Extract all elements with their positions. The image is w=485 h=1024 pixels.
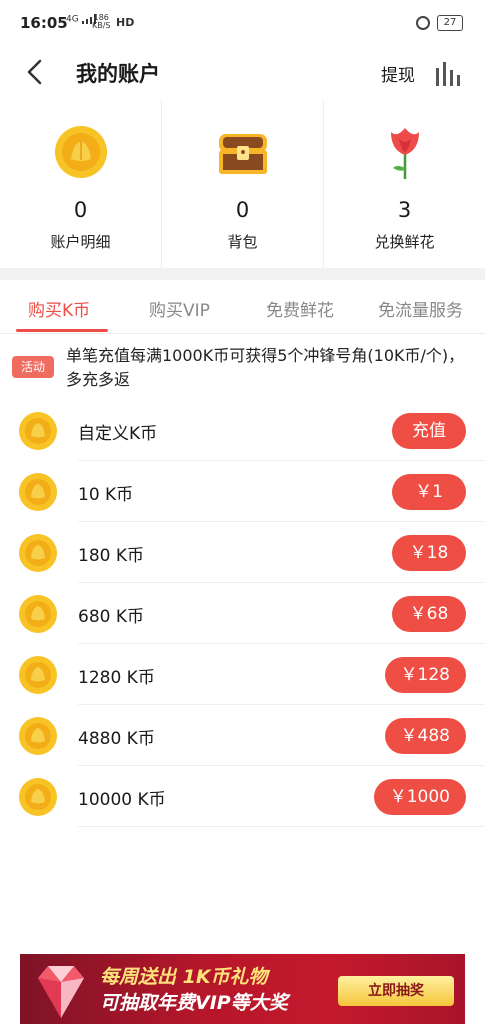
coin-icon [19, 656, 57, 694]
draw-now-button[interactable]: 立即抽奖 [338, 976, 454, 1006]
treasure-chest-icon [218, 134, 267, 174]
recharge-button[interactable]: 充值 [392, 413, 466, 449]
coin-icon [19, 473, 57, 511]
net-speed-unit: KB/S [92, 21, 111, 30]
tab-buy-kcoin[interactable]: 购买K币 [28, 296, 90, 321]
gift-logo-icon [38, 966, 84, 1018]
withdraw-button[interactable]: 提现 [381, 61, 415, 86]
package-name: 自定义K币 [78, 424, 158, 444]
section-divider [0, 268, 485, 280]
account-summary: 0 账户明细 0 背包 3 兑换鲜花 [0, 100, 485, 268]
coin-icon [19, 534, 57, 572]
package-name: 180 K币 [78, 546, 144, 566]
rose-icon [390, 128, 419, 179]
tab-bar: 购买K币 购买VIP 免费鲜花 免流量服务 [0, 280, 485, 334]
nav-header: 我的账户 提现 [0, 48, 485, 98]
battery-icon: 27 [437, 15, 463, 31]
activity-badge: 活动 [12, 356, 54, 378]
list-item: 680 K币 ￥68 [0, 583, 485, 644]
summary-exchange-flowers[interactable]: 3 兑换鲜花 [323, 100, 485, 268]
hd-icon: HD [116, 16, 135, 29]
page-title: 我的账户 [76, 62, 160, 86]
price-button[interactable]: ￥1 [392, 474, 466, 510]
back-arrow-icon[interactable] [22, 58, 50, 86]
list-item: 10000 K币 ￥1000 [0, 766, 485, 827]
tab-free-flowers[interactable]: 免费鲜花 [266, 296, 334, 321]
row-divider [78, 826, 485, 827]
coin-icon [19, 778, 57, 816]
banner-subline: 可抽取年费VIP等大奖 [100, 992, 288, 1014]
status-bar: 16:05 4G 186 KB/S HD 27 [0, 0, 485, 48]
price-button[interactable]: ￥1000 [373, 779, 466, 815]
package-name: 680 K币 [78, 607, 144, 627]
list-item: 1280 K币 ￥128 [0, 644, 485, 705]
price-button[interactable]: ￥18 [392, 535, 466, 571]
list-item: 自定义K币 充值 [0, 400, 485, 461]
list-item: 10 K币 ￥1 [0, 461, 485, 522]
promo-notice: 活动 单笔充值每满1000K币可获得5个冲锋号角(10K币/个)，多充多返 [0, 340, 485, 396]
banner-headline: 每周送出 1K币礼物 [100, 966, 268, 988]
tab-buy-vip[interactable]: 购买VIP [149, 296, 210, 321]
rotation-lock-icon [416, 16, 430, 30]
active-tab-indicator [16, 329, 108, 332]
list-item: 180 K币 ￥18 [0, 522, 485, 583]
coin-icon [19, 412, 57, 450]
summary-value: 3 [397, 198, 412, 222]
package-name: 1280 K币 [78, 668, 155, 688]
net-speed: 186 KB/S [92, 14, 111, 30]
coin-icon [54, 126, 107, 178]
price-button[interactable]: ￥128 [384, 657, 466, 693]
summary-account-detail[interactable]: 0 账户明细 [0, 100, 161, 268]
list-item: 4880 K币 ￥488 [0, 705, 485, 766]
tab-data-free-service[interactable]: 免流量服务 [378, 296, 463, 321]
package-name: 4880 K币 [78, 729, 155, 749]
package-name: 10000 K币 [78, 790, 166, 810]
bar-chart-icon[interactable] [434, 62, 464, 86]
summary-label: 兑换鲜花 [374, 233, 435, 251]
promo-banner[interactable]: 每周送出 1K币礼物 可抽取年费VIP等大奖 立即抽奖 [20, 954, 465, 1024]
kcoin-package-list: 自定义K币 充值 10 K币 ￥1 180 K币 ￥18 680 K币 ￥68 … [0, 400, 485, 827]
summary-backpack[interactable]: 0 背包 [161, 100, 323, 268]
coin-icon [19, 595, 57, 633]
price-button[interactable]: ￥488 [384, 718, 466, 754]
summary-value: 0 [73, 198, 88, 222]
price-button[interactable]: ￥68 [392, 596, 466, 632]
status-time: 16:05 [20, 14, 68, 32]
coin-icon [19, 717, 57, 755]
summary-label: 账户明细 [50, 233, 111, 251]
package-name: 10 K币 [78, 485, 134, 505]
promo-text: 单笔充值每满1000K币可获得5个冲锋号角(10K币/个)，多充多返 [66, 346, 465, 389]
summary-value: 0 [235, 198, 250, 222]
network-type: 4G [66, 14, 79, 25]
summary-label: 背包 [227, 233, 258, 251]
